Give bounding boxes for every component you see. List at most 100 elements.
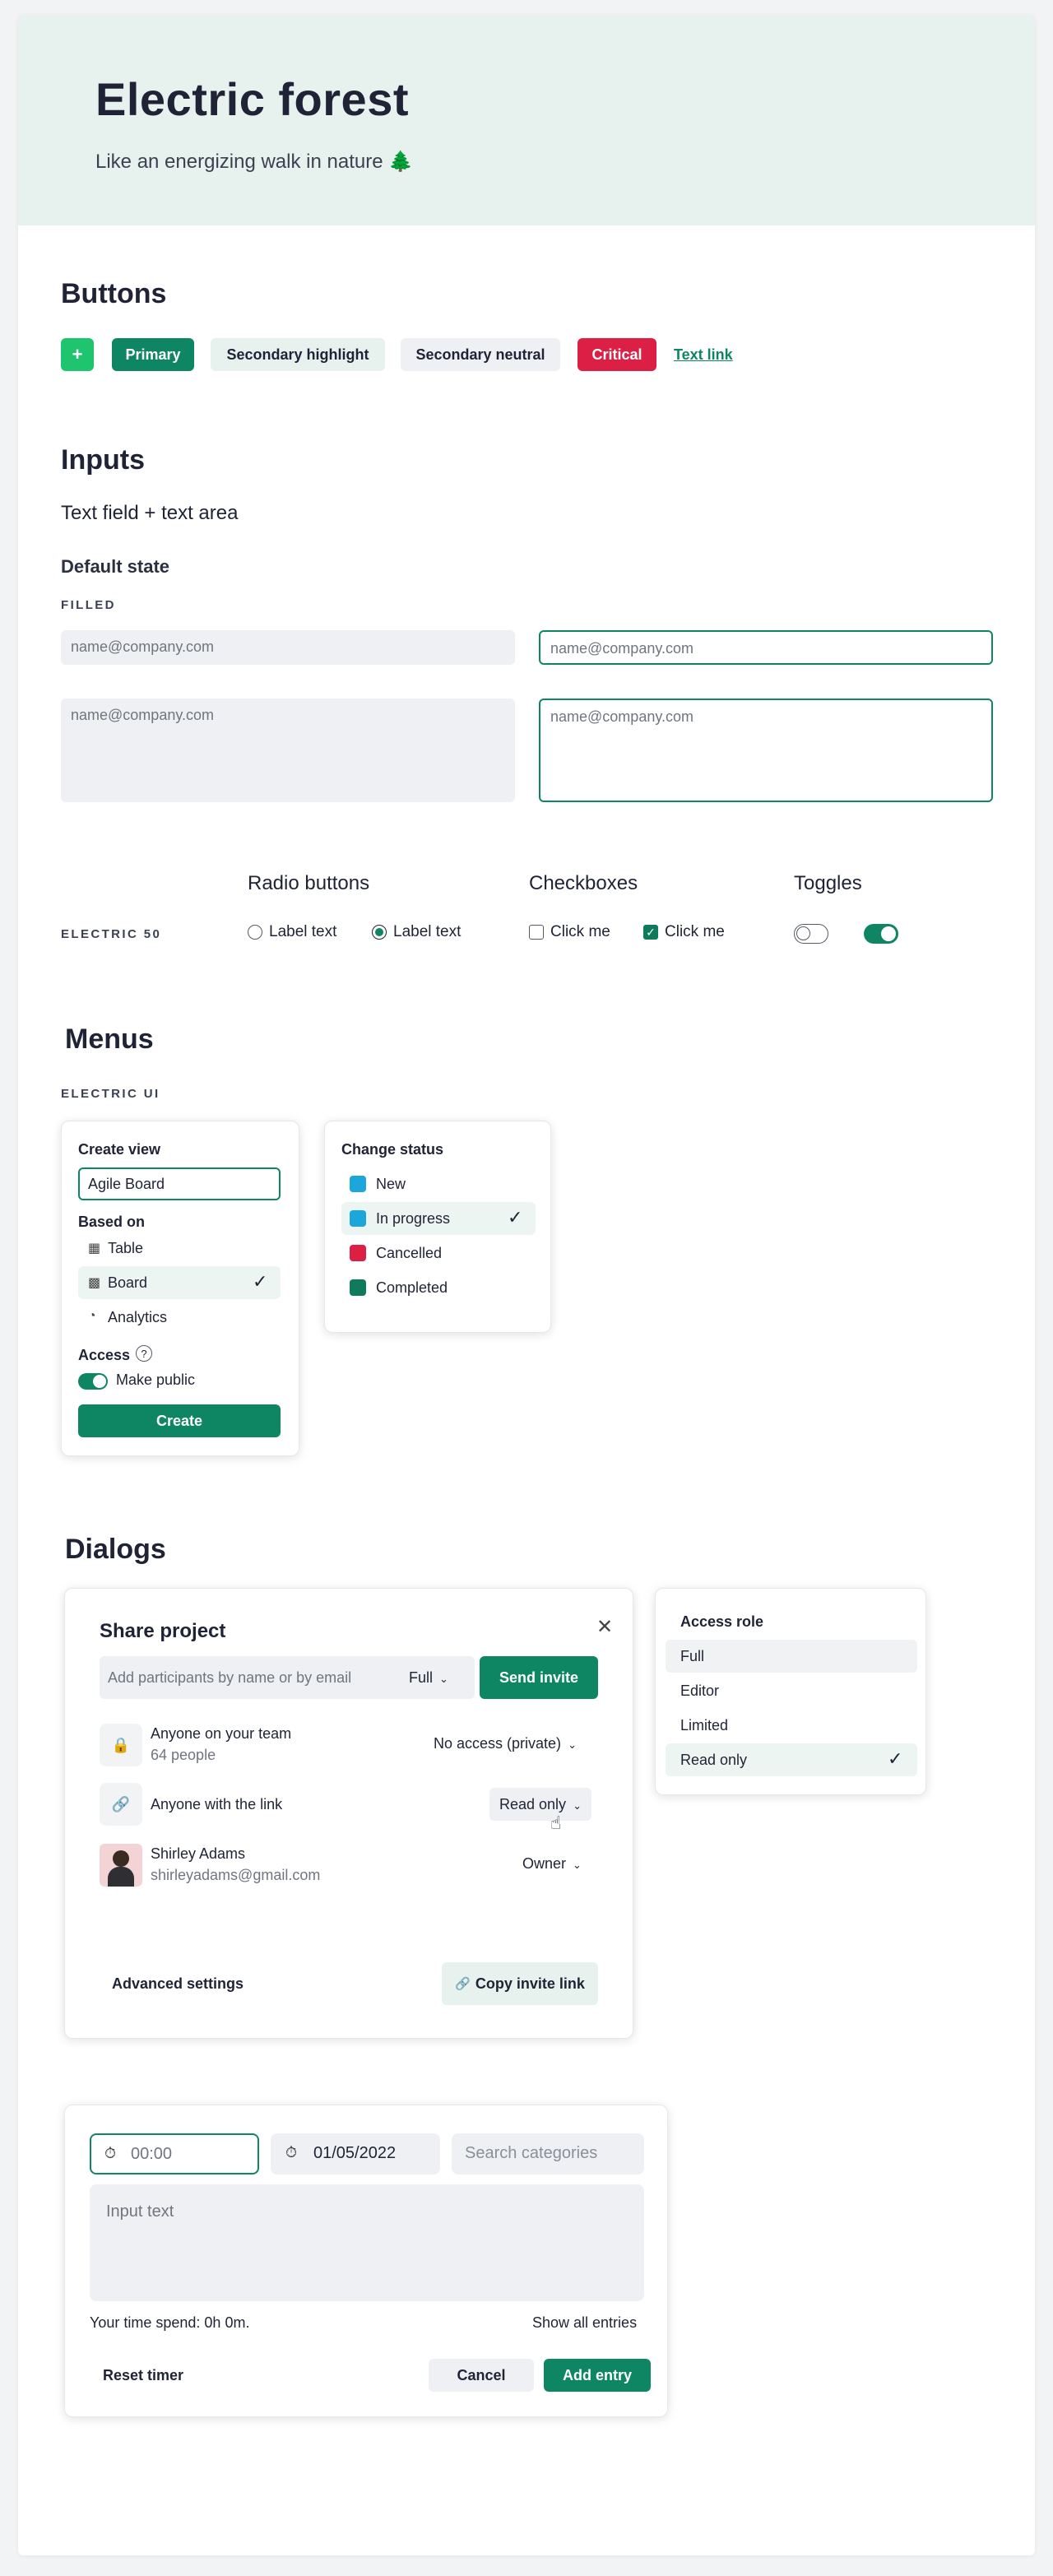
checkbox-heading: Checkboxes [529, 872, 638, 894]
link-access-select[interactable]: Read only ⌄ [489, 1788, 591, 1821]
status-new[interactable]: New [341, 1167, 536, 1200]
time-input[interactable]: ⏱ 00:00 [90, 2133, 259, 2175]
option-table[interactable]: ▦ Table [78, 1232, 281, 1265]
chevron-down-icon: ⌄ [568, 1738, 577, 1751]
inputs-subtitle: Text field + text area [61, 502, 239, 524]
toggle-off[interactable] [794, 924, 828, 944]
access-role-title: Access role [680, 1613, 764, 1630]
secondary-highlight-button[interactable]: Secondary highlight [211, 338, 385, 371]
advanced-settings-button[interactable]: Advanced settings [100, 1962, 256, 2005]
primary-button[interactable]: Primary [112, 338, 194, 371]
checkbox-option-1[interactable]: Click me [529, 923, 610, 941]
text-link[interactable]: Text link [674, 346, 733, 364]
avatar [100, 1844, 142, 1887]
dialog-title: Share project [100, 1620, 226, 1642]
toggle-heading: Toggles [794, 872, 862, 894]
date-input[interactable]: ⏱ 01/05/2022 [271, 2133, 440, 2175]
show-all-entries-link[interactable]: Show all entries [532, 2314, 637, 2332]
link-icon: 🔗 [455, 1977, 471, 1991]
participants-input[interactable]: Add participants by name or by email Ful… [100, 1656, 475, 1699]
change-status-title: Change status [341, 1141, 444, 1158]
close-icon[interactable]: ✕ [596, 1615, 613, 1639]
status-in-progress[interactable]: In progress ✓ [341, 1202, 536, 1235]
toggle-knob [796, 926, 810, 940]
text-area-focused[interactable]: name@company.com [539, 699, 993, 802]
radio-checked-icon [372, 925, 387, 940]
menus-heading: Menus [65, 1023, 154, 1055]
toggle-on[interactable] [864, 924, 898, 944]
copy-invite-link-button[interactable]: 🔗 Copy invite link [442, 1962, 598, 2005]
create-button[interactable]: Create [78, 1404, 281, 1437]
critical-button[interactable]: Critical [578, 338, 656, 371]
electric-ui-eyebrow: ELECTRIC UI [61, 1087, 160, 1101]
notes-textarea[interactable]: Input text [90, 2184, 644, 2301]
row-user-email: shirleyadams@gmail.com [151, 1867, 321, 1883]
secondary-neutral-button[interactable]: Secondary neutral [401, 338, 560, 371]
filled-eyebrow: FILLED [61, 598, 116, 612]
table-icon: ▦ [88, 1242, 101, 1256]
create-view-title: Create view [78, 1141, 161, 1158]
option-board[interactable]: ▩ Board ✓ [78, 1266, 281, 1299]
radio-option-2[interactable]: Label text [372, 923, 461, 941]
radio-heading: Radio buttons [248, 872, 370, 894]
make-public-toggle[interactable] [78, 1373, 108, 1390]
based-on-label: Based on [78, 1214, 146, 1230]
toggle-knob [93, 1375, 106, 1388]
check-icon: ✓ [888, 1748, 903, 1769]
add-button[interactable]: + [61, 338, 94, 371]
text-area-default[interactable]: name@company.com [61, 699, 515, 802]
inputs-heading: Inputs [61, 444, 145, 476]
lock-icon: 🔒 [100, 1724, 142, 1766]
hand-cursor-icon: ☝ [550, 1812, 562, 1833]
make-public-label: Make public [116, 1372, 196, 1388]
access-role-menu: Access role Full Editor Limited Read onl… [655, 1588, 926, 1795]
role-read-only[interactable]: Read only ✓ [666, 1743, 917, 1776]
change-status-menu: Change status New In progress ✓ Cancelle… [324, 1121, 551, 1333]
radio-unchecked-icon [248, 925, 262, 940]
radio-option-1[interactable]: Label text [248, 923, 336, 941]
row-team-name: Anyone on your team [151, 1725, 292, 1742]
page-card: Electric forest Like an energizing walk … [18, 15, 1035, 2555]
stopwatch-icon: ⏱ [104, 2145, 117, 2161]
row-user-name: Shirley Adams [151, 1845, 246, 1862]
help-icon[interactable]: ? [136, 1345, 152, 1362]
checkbox-unchecked-icon [529, 925, 544, 940]
text-field-focused[interactable]: name@company.com [539, 630, 993, 665]
cancel-button[interactable]: Cancel [429, 2359, 534, 2392]
status-color-swatch [350, 1210, 366, 1227]
text-field-default[interactable]: name@company.com [61, 630, 515, 665]
check-icon: ✓ [253, 1271, 268, 1292]
team-access-select[interactable]: No access (private) ⌄ [434, 1735, 577, 1752]
option-analytics[interactable]: ◔ Analytics [78, 1301, 281, 1334]
share-project-dialog: Share project ✕ Add participants by name… [64, 1588, 633, 2039]
stopwatch-icon: ⏱ [285, 2144, 298, 2161]
default-state-heading: Default state [61, 556, 170, 577]
status-color-swatch [350, 1176, 366, 1192]
role-limited[interactable]: Limited [666, 1709, 917, 1742]
page-subtitle: Like an energizing walk in nature 🌲 [95, 151, 414, 173]
category-search-input[interactable]: Search categories [452, 2133, 644, 2175]
row-link-name: Anyone with the link [151, 1796, 283, 1812]
owner-select[interactable]: Owner ⌄ [522, 1855, 582, 1873]
chevron-down-icon: ⌄ [573, 1799, 582, 1812]
add-entry-button[interactable]: Add entry [544, 2359, 651, 2392]
permission-select[interactable]: Full ⌄ [409, 1669, 448, 1687]
electric-50-eyebrow: ELECTRIC 50 [61, 927, 162, 941]
view-name-input[interactable]: Agile Board [78, 1167, 281, 1200]
page-title: Electric forest [95, 73, 409, 125]
status-color-swatch [350, 1245, 366, 1261]
status-completed[interactable]: Completed [341, 1271, 536, 1304]
check-icon: ✓ [508, 1207, 523, 1228]
chevron-down-icon: ⌄ [439, 1673, 448, 1685]
status-cancelled[interactable]: Cancelled [341, 1237, 536, 1269]
toggle-knob [881, 926, 896, 941]
chevron-down-icon: ⌄ [573, 1859, 582, 1871]
role-editor[interactable]: Editor [666, 1674, 917, 1707]
analytics-icon: ◔ [88, 1309, 96, 1323]
buttons-heading: Buttons [61, 278, 167, 309]
role-full[interactable]: Full [666, 1640, 917, 1673]
access-label: Access [78, 1347, 131, 1363]
reset-timer-button[interactable]: Reset timer [90, 2359, 197, 2392]
checkbox-option-2[interactable]: ✓ Click me [643, 923, 725, 941]
send-invite-button[interactable]: Send invite [480, 1656, 598, 1699]
